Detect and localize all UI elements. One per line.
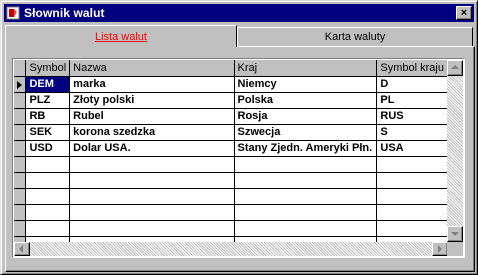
cell-symbol-kraju[interactable]: D [376,76,448,93]
empty-cell[interactable] [25,204,71,221]
row-indicator[interactable] [14,204,27,221]
scroll-right-arrow-icon [438,245,442,253]
empty-cell[interactable] [376,172,448,189]
empty-cell[interactable] [234,156,378,173]
row-indicator[interactable] [14,156,27,173]
grid-body: Symbol Nazwa Kraj Symbol kraju DEM marka… [14,60,448,242]
empty-cell[interactable] [376,188,448,205]
scroll-left-button[interactable] [14,242,30,256]
empty-cell[interactable] [69,172,235,189]
scroll-down-button[interactable] [447,226,463,242]
empty-row[interactable] [14,188,448,205]
horizontal-scrollbar[interactable] [14,242,448,256]
table-row[interactable]: USD Dolar USA. Stany Zjedn. Ameryki Płn.… [14,140,448,157]
indicator-header [14,60,27,77]
cell-nazwa[interactable]: Złoty polski [69,92,235,109]
empty-cell[interactable] [376,156,448,173]
cell-kraj[interactable]: Stany Zjedn. Ameryki Płn. [234,140,378,157]
cell-symbol[interactable]: RB [25,108,71,125]
cell-symbol-kraju[interactable]: USA [376,140,448,157]
cell-kraj[interactable]: Szwecja [234,124,378,141]
scroll-left-arrow-icon [19,245,23,253]
cell-symbol[interactable]: SEK [25,124,71,141]
row-indicator[interactable] [14,92,27,109]
scroll-up-arrow-icon [451,65,459,69]
empty-row[interactable] [14,172,448,189]
cell-symbol-kraju[interactable]: RUS [376,108,448,125]
empty-row[interactable] [14,156,448,173]
empty-row[interactable] [14,204,448,221]
currency-table: Symbol Nazwa Kraj Symbol kraju DEM marka… [14,60,448,242]
close-button[interactable]: × [456,6,472,20]
empty-cell[interactable] [69,220,235,237]
empty-cell[interactable] [25,172,71,189]
scrollbar-corner [447,242,463,256]
empty-cell[interactable] [69,204,235,221]
empty-cell[interactable] [234,220,378,237]
cell-kraj[interactable]: Niemcy [234,76,378,93]
vertical-scrollbar[interactable] [447,60,463,242]
row-indicator[interactable] [14,108,27,125]
scroll-up-button[interactable] [447,60,463,76]
empty-cell[interactable] [234,172,378,189]
empty-row[interactable] [14,220,448,237]
empty-cell[interactable] [25,188,71,205]
cell-kraj[interactable]: Polska [234,92,378,109]
column-header-kraj[interactable]: Kraj [234,60,378,77]
row-indicator[interactable] [14,220,27,237]
empty-cell[interactable] [25,156,71,173]
empty-cell[interactable] [234,204,378,221]
app-icon [6,6,20,20]
empty-cell[interactable] [234,188,378,205]
cell-nazwa[interactable]: korona szedzka [69,124,235,141]
cell-symbol[interactable]: DEM [25,76,71,93]
scroll-right-button[interactable] [432,242,448,256]
empty-cell[interactable] [69,188,235,205]
empty-cell[interactable] [69,156,235,173]
table-row[interactable]: DEM marka Niemcy D [14,76,448,93]
cell-nazwa[interactable]: marka [69,76,235,93]
tab-label: Karta waluty [324,31,386,43]
tab-label: Lista walut [95,30,147,43]
title-bar[interactable]: Słownik walut × [4,4,474,22]
cell-kraj[interactable]: Rosja [234,108,378,125]
empty-cell[interactable] [376,220,448,237]
currency-dictionary-window: Słownik walut × Lista walut Karta waluty… [0,0,478,275]
close-icon: × [460,6,468,19]
cell-symbol[interactable]: PLZ [25,92,71,109]
table-row[interactable]: RB Rubel Rosja RUS [14,108,448,125]
window-title: Słownik walut [24,6,105,20]
header-row: Symbol Nazwa Kraj Symbol kraju [14,60,448,77]
currency-grid[interactable]: Symbol Nazwa Kraj Symbol kraju DEM marka… [12,58,465,258]
column-header-symbol-kraju[interactable]: Symbol kraju [376,60,448,77]
scroll-down-arrow-icon [451,232,459,236]
row-indicator[interactable] [14,172,27,189]
current-row-arrow-icon [17,80,22,89]
cell-nazwa[interactable]: Dolar USA. [69,140,235,157]
row-indicator[interactable] [14,188,27,205]
cell-symbol-kraju[interactable]: S [376,124,448,141]
empty-cell[interactable] [25,220,71,237]
row-indicator[interactable] [14,76,27,93]
column-header-nazwa[interactable]: Nazwa [69,60,235,77]
cell-nazwa[interactable]: Rubel [69,108,235,125]
tab-lista-walut[interactable]: Lista walut [5,25,237,47]
cell-symbol[interactable]: USD [25,140,71,157]
cell-symbol-kraju[interactable]: PL [376,92,448,109]
row-indicator[interactable] [14,140,27,157]
column-header-symbol[interactable]: Symbol [25,60,71,77]
table-row[interactable]: SEK korona szedzka Szwecja S [14,124,448,141]
table-row[interactable]: PLZ Złoty polski Polska PL [14,92,448,109]
empty-cell[interactable] [376,204,448,221]
row-indicator[interactable] [14,124,27,141]
tab-karta-waluty[interactable]: Karta waluty [237,27,473,46]
